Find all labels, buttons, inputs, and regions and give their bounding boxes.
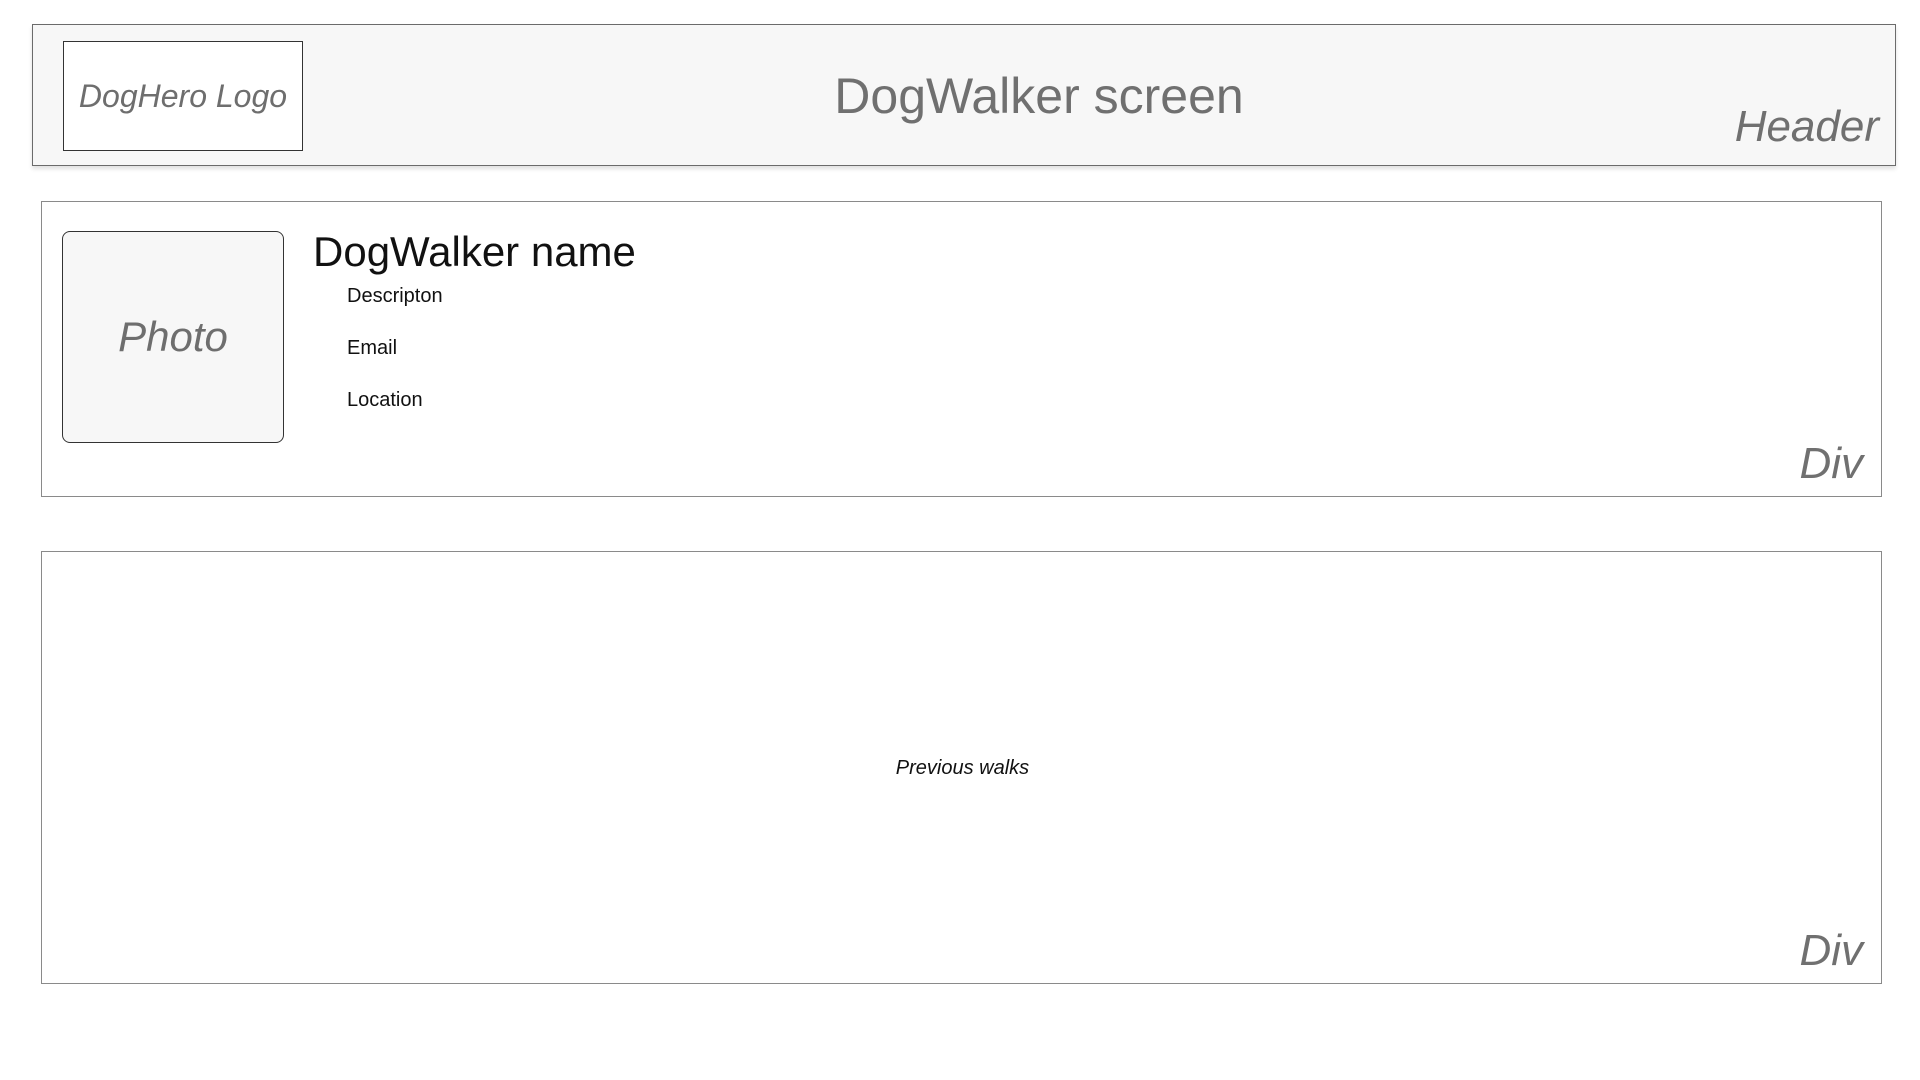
dogwalker-location: Location [347,389,423,411]
previous-walks-section: Previous walks Div [41,551,1882,984]
dogwalker-email: Email [347,337,398,359]
dogwalker-photo: Photo [62,231,284,443]
dogwalker-profile-section: Photo DogWalker name Descripton Email Lo… [41,201,1882,497]
walks-region-label: Div [1799,926,1863,975]
dogwalker-wireframe: DogHero Logo DogWalker screen Header Pho… [0,0,1920,1080]
dogwalker-name: DogWalker name [313,228,636,275]
dogwalker-description: Descripton [347,285,443,307]
page-title: DogWalker screen [834,68,1244,124]
previous-walks-label: Previous walks [895,757,1030,779]
page-header: DogHero Logo DogWalker screen Header [32,24,1896,166]
profile-region-label: Div [1799,439,1863,488]
header-region-label: Header [1734,102,1879,151]
